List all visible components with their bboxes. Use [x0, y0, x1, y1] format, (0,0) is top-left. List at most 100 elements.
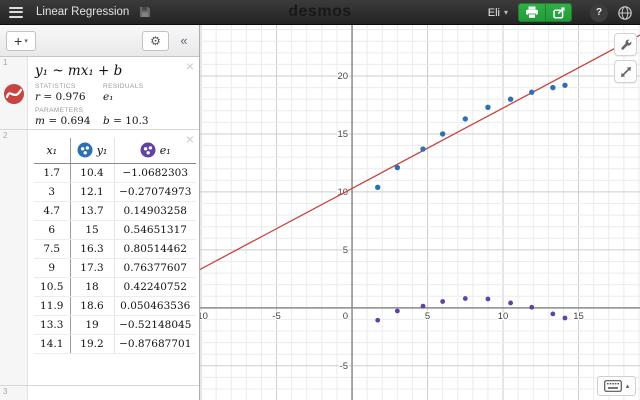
svg-text:10: 10 — [337, 187, 348, 198]
table-cell[interactable]: 0.54651317 — [114, 220, 196, 240]
svg-text:15: 15 — [337, 129, 348, 140]
svg-text:5: 5 — [425, 311, 430, 322]
table-cell[interactable]: 19 — [70, 315, 115, 335]
close-icon[interactable]: × — [186, 59, 194, 73]
gear-icon: ⚙ — [150, 33, 161, 48]
chevron-down-icon: ▾ — [24, 37, 28, 45]
expression-gutter[interactable]: 1 — [0, 57, 28, 129]
table-cell[interactable]: 19.2 — [70, 334, 115, 354]
table-cell[interactable]: 10.5 — [34, 277, 71, 297]
table-row: 6 15 0.54651317 — [34, 220, 196, 240]
svg-text:20: 20 — [337, 71, 348, 82]
graph-svg[interactable]: -10 -5 5 10 15 -5 5 10 15 20 0 — [193, 25, 640, 400]
action-buttons — [518, 3, 572, 22]
language-globe-button[interactable] — [616, 4, 634, 22]
table-row: 14.1 19.2 −0.87687701 — [34, 334, 196, 354]
table-cell[interactable]: 1.7 — [34, 163, 71, 183]
expression-table[interactable]: 2 x₁ y₁ e₁ 1.7 10.4 −1.0682303 3 12.1 −0… — [0, 130, 199, 386]
svg-text:10: 10 — [498, 311, 509, 322]
table-row: 4.7 13.7 0.14903258 — [34, 201, 196, 221]
table-row: 10.5 18 0.42240752 — [34, 277, 196, 297]
data-table: x₁ y₁ e₁ 1.7 10.4 −1.0682303 3 12.1 −0.2… — [34, 138, 196, 354]
expression-content[interactable]: y₁ ~ mx₁ + b STATISTICS r = 0.976 RESIDU… — [28, 57, 199, 129]
hamburger-menu-icon[interactable] — [9, 6, 23, 18]
table-cell[interactable]: 4.7 — [34, 201, 71, 221]
svg-text:-10: -10 — [200, 311, 208, 322]
table-cell[interactable]: 18 — [70, 277, 115, 297]
table-cell[interactable]: 6 — [34, 220, 71, 240]
column-header-y1[interactable]: y₁ — [70, 138, 115, 164]
table-cell[interactable]: 0.14903258 — [114, 201, 196, 221]
print-button[interactable] — [519, 4, 545, 21]
table-cell[interactable]: 15 — [70, 220, 115, 240]
table-cell[interactable]: 16.3 — [70, 239, 115, 259]
table-cell[interactable]: 13.7 — [70, 201, 115, 221]
regression-curve-icon[interactable] — [3, 83, 25, 105]
chevron-down-icon: ▾ — [503, 8, 508, 17]
keyboard-icon — [603, 380, 622, 392]
table-cell[interactable]: 17.3 — [70, 258, 115, 278]
table-row: 7.5 16.3 0.80514462 — [34, 239, 196, 259]
table-cell[interactable]: −1.0682303 — [114, 163, 196, 183]
close-icon[interactable]: × — [186, 132, 194, 146]
table-cell[interactable]: 12.1 — [70, 182, 115, 202]
help-button[interactable]: ? — [590, 3, 608, 22]
svg-text:-5: -5 — [340, 361, 348, 372]
table-cell[interactable]: 0.050463536 — [114, 296, 196, 316]
expression-gutter[interactable]: 3 — [0, 386, 28, 400]
table-cell[interactable]: −0.52148045 — [114, 315, 196, 335]
column-header-x1[interactable]: x₁ — [34, 138, 71, 164]
statistics-label: STATISTICS — [35, 83, 76, 90]
globe-icon — [618, 5, 632, 20]
table-row: 3 12.1 −0.27074973 — [34, 182, 196, 202]
add-expression-button[interactable]: + ▾ — [6, 30, 36, 51]
graph-settings-button[interactable] — [614, 33, 637, 56]
table-content: x₁ y₁ e₁ 1.7 10.4 −1.0682303 3 12.1 −0.2… — [28, 130, 199, 385]
table-cell[interactable]: 0.76377607 — [114, 258, 196, 278]
table-body: 1.7 10.4 −1.0682303 3 12.1 −0.27074973 4.7 13.7… — [34, 163, 196, 354]
table-cell[interactable]: −0.27074973 — [114, 182, 196, 202]
desmos-logo: desmos — [288, 3, 352, 20]
point-style-purple-icon[interactable] — [140, 142, 156, 158]
graph-title[interactable]: Linear Regression — [36, 6, 129, 18]
expression-number: 1 — [3, 58, 8, 67]
table-cell[interactable]: 11.9 — [34, 296, 71, 316]
b-value: b = 10.3 — [103, 115, 149, 127]
table-row: 9 17.3 0.76377607 — [34, 258, 196, 278]
default-zoom-button[interactable] — [614, 60, 637, 83]
show-keyboard-button[interactable]: ▴ — [597, 376, 636, 396]
help-label: ? — [595, 7, 603, 18]
table-row: 11.9 18.6 0.050463536 — [34, 296, 196, 316]
table-cell[interactable]: 13.3 — [34, 315, 71, 335]
resize-diagonal-icon — [620, 66, 631, 77]
expression-toolbar: + ▾ ⚙ « — [0, 25, 199, 57]
table-cell[interactable]: 9 — [34, 258, 71, 278]
collapse-panel-button[interactable]: « — [174, 31, 194, 51]
m-value: m = 0.694 — [35, 115, 91, 127]
table-cell[interactable]: 14.1 — [34, 334, 71, 354]
column-header-e1[interactable]: e₁ — [114, 138, 196, 164]
table-cell[interactable]: 7.5 — [34, 239, 71, 259]
table-cell[interactable]: 0.80514462 — [114, 239, 196, 259]
user-name: Eli — [487, 6, 500, 19]
collapse-icon: « — [180, 32, 188, 48]
table-cell[interactable]: 10.4 — [70, 163, 115, 183]
save-icon[interactable] — [139, 6, 151, 18]
wrench-icon — [620, 38, 632, 50]
edit-list-button[interactable]: ⚙ — [142, 30, 169, 51]
table-cell[interactable]: 3 — [34, 182, 71, 202]
regression-formula[interactable]: y₁ ~ mx₁ + b — [35, 63, 199, 79]
table-cell[interactable]: −0.87687701 — [114, 334, 196, 354]
plus-icon: + — [14, 32, 23, 49]
table-cell[interactable]: 0.42240752 — [114, 277, 196, 297]
expression-gutter[interactable]: 2 — [0, 130, 28, 385]
expression-regression[interactable]: 1 y₁ ~ mx₁ + b STATISTICS r = 0.976 RESI… — [0, 57, 199, 130]
svg-text:-5: -5 — [272, 311, 280, 322]
expression-empty[interactable]: 3 — [0, 386, 199, 400]
user-menu[interactable]: Eli ▾ — [488, 7, 508, 19]
graph-paper[interactable]: -10 -5 5 10 15 -5 5 10 15 20 0 — [193, 25, 640, 400]
point-style-blue-icon[interactable] — [77, 142, 93, 158]
share-button[interactable] — [545, 4, 571, 21]
r-value: r = 0.976 — [35, 91, 86, 103]
table-cell[interactable]: 18.6 — [70, 296, 115, 316]
